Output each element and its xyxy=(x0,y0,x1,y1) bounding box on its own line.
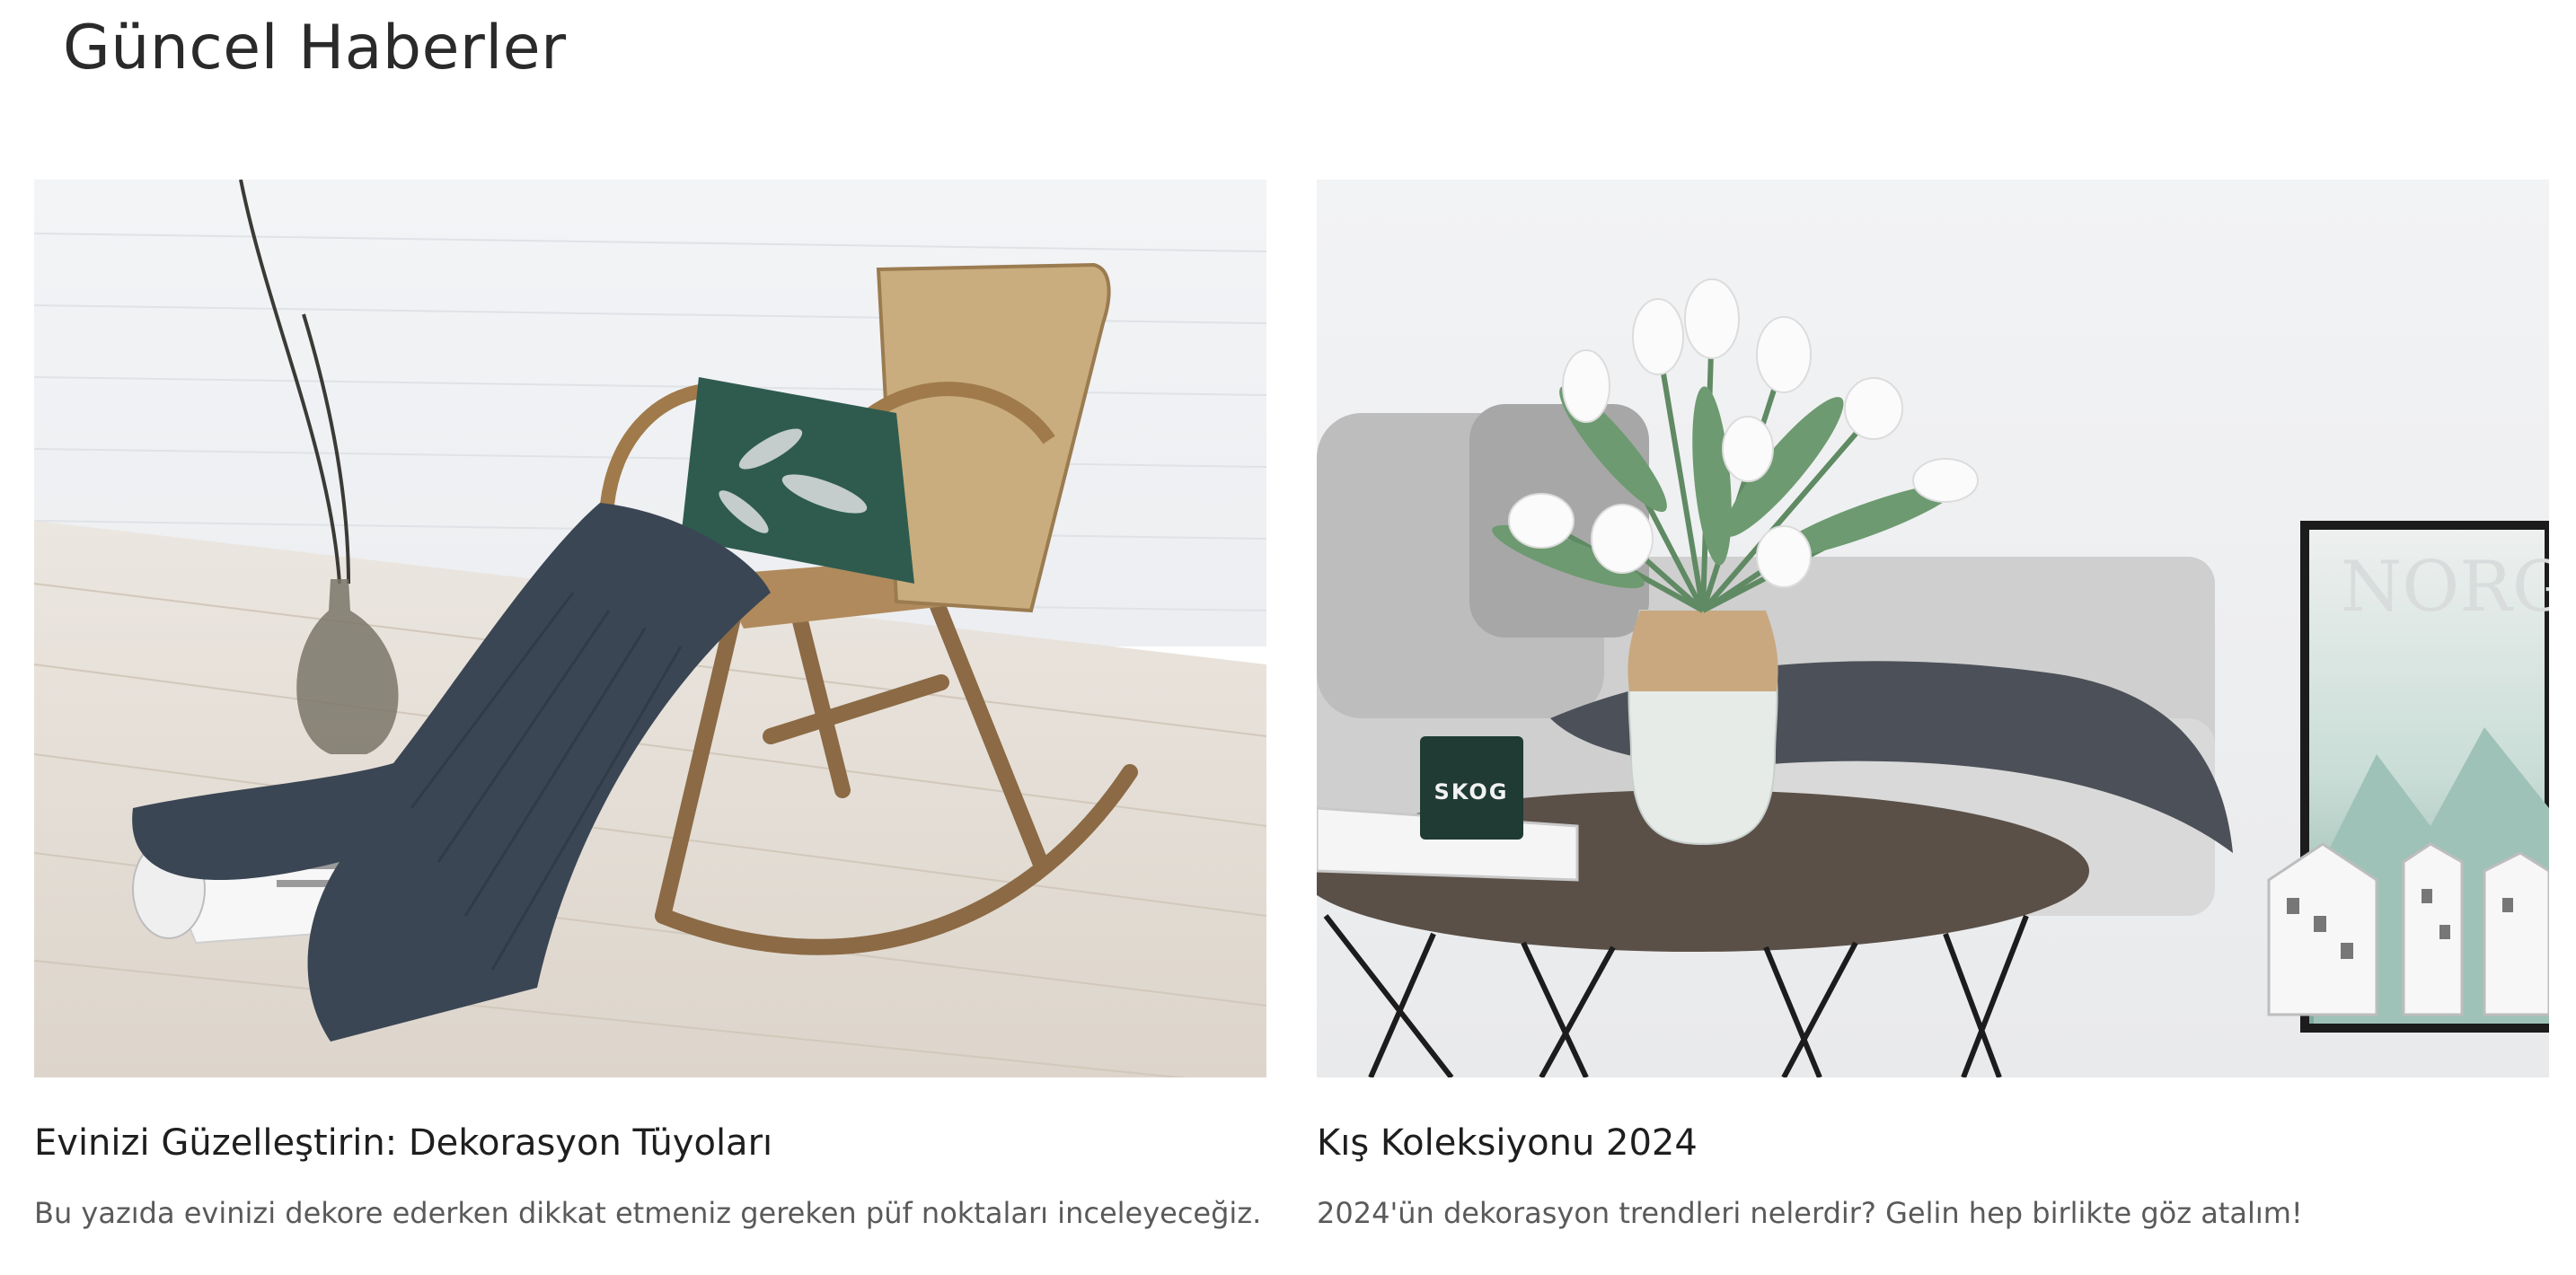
article-image[interactable] xyxy=(34,180,1266,1077)
candle-label: SKOG xyxy=(1434,779,1509,805)
news-card[interactable]: NORG SKOG Kış Koleksiyonu 2024 2024'ün d… xyxy=(1317,180,2549,1230)
article-title[interactable]: Kış Koleksiyonu 2024 xyxy=(1317,1122,1698,1164)
article-image[interactable]: NORG SKOG xyxy=(1317,180,2549,1077)
news-card[interactable]: Evinizi Güzelleştirin: Dekorasyon Tüyola… xyxy=(34,180,1266,1230)
article-description: Bu yazıda evinizi dekore ederken dikkat … xyxy=(34,1196,1262,1230)
article-title[interactable]: Evinizi Güzelleştirin: Dekorasyon Tüyola… xyxy=(34,1122,772,1164)
poster-label: NORG xyxy=(2341,547,2549,628)
article-description: 2024'ün dekorasyon trendleri nelerdir? G… xyxy=(1317,1196,2303,1230)
page-title: Güncel Haberler xyxy=(63,13,567,84)
